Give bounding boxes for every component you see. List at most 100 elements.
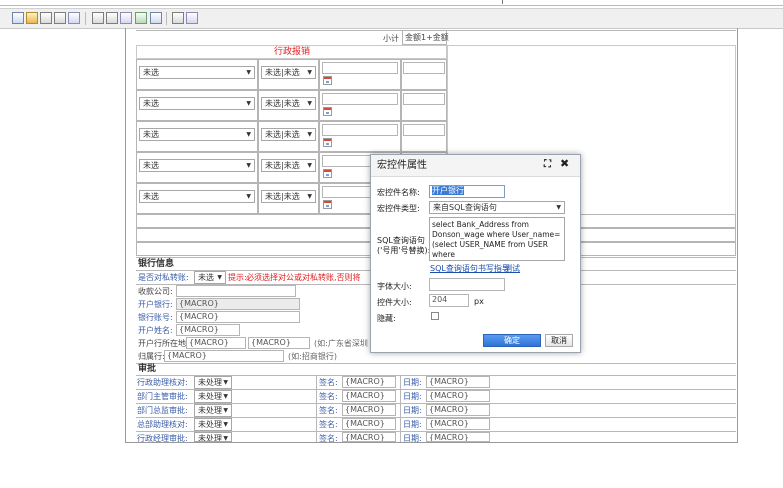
sign-input[interactable]: {MACRO} [342, 390, 396, 402]
calendar-icon[interactable] [323, 200, 332, 209]
sign-input[interactable]: {MACRO} [342, 404, 396, 416]
column-divider [316, 375, 317, 443]
maximize-icon[interactable]: ⛶ [544, 159, 551, 170]
row-divider [136, 363, 736, 364]
sign-input[interactable]: {MACRO} [342, 376, 396, 388]
amount-input[interactable] [403, 62, 445, 74]
sql-help-link[interactable]: SQL查询语句书写指导 [430, 263, 510, 274]
expense-subcategory-select[interactable]: 未选|未选 ▼ [261, 66, 316, 79]
sign-input[interactable]: {MACRO} [342, 418, 396, 430]
sql-textarea[interactable]: select Bank_Address from Donson_wage whe… [429, 217, 565, 261]
holder-input[interactable]: {MACRO} [176, 324, 240, 336]
chevron-down-icon: ▼ [307, 100, 312, 107]
print-icon[interactable] [54, 12, 66, 24]
cancel-button[interactable]: 取消 [545, 334, 573, 347]
calendar-icon[interactable] [323, 107, 332, 116]
date-input[interactable]: {MACRO} [426, 404, 490, 416]
row-divider [136, 403, 736, 404]
location-label: 开户行所在地: [138, 339, 189, 348]
chart-icon[interactable] [135, 12, 147, 24]
amount-input[interactable] [403, 124, 445, 136]
hidden-checkbox[interactable] [431, 312, 439, 320]
approval-status-select[interactable]: 未处理 ▼ [194, 418, 232, 431]
sign-label: 签名: [319, 420, 338, 429]
preview-icon[interactable] [68, 12, 80, 24]
chevron-down-icon: ▼ [246, 69, 251, 76]
save-icon[interactable] [40, 12, 52, 24]
approval-status-select[interactable]: 未处理 ▼ [194, 432, 232, 442]
sign-input[interactable]: {MACRO} [342, 432, 396, 442]
open-icon[interactable] [26, 12, 38, 24]
macro-type-select[interactable]: 来自SQL查询语句 ▼ [429, 201, 565, 214]
dialog-titlebar[interactable]: 宏控件属性 ⛶ ✖ [371, 155, 580, 177]
location-city-input[interactable]: {MACRO} [248, 337, 310, 349]
date-input[interactable]: {MACRO} [426, 390, 490, 402]
close-icon[interactable]: ✖ [560, 158, 569, 169]
macro-value: {MACRO} [345, 405, 385, 414]
expense-category-select[interactable]: 未选 ▼ [139, 97, 255, 110]
bank-label: 开户银行: [138, 300, 173, 309]
sql-sublabel: ('号用'号替换): [377, 246, 431, 255]
payee-input[interactable] [176, 285, 296, 297]
editor-toolbar [0, 8, 783, 29]
expense-subcategory-select[interactable]: 未选|未选 ▼ [261, 128, 316, 141]
subtotal-cell[interactable]: 金额1+金额 [402, 30, 449, 45]
insert-field-icon[interactable] [92, 12, 104, 24]
date-input[interactable]: {MACRO} [426, 376, 490, 388]
page-bottom-border [125, 442, 738, 443]
test-link[interactable]: 测试 [504, 263, 520, 274]
date-input[interactable] [322, 93, 398, 105]
top-marker [502, 0, 503, 4]
sign-label: 签名: [319, 392, 338, 401]
calendar-icon[interactable] [323, 169, 332, 178]
chevron-down-icon: ▼ [223, 435, 228, 442]
macro-value: {MACRO} [429, 391, 469, 400]
width-input[interactable]: 204 [429, 294, 469, 307]
macro-name-input[interactable]: 开户银行 [429, 185, 505, 198]
ok-button[interactable]: 确定 [483, 334, 541, 347]
date-input[interactable] [322, 124, 398, 136]
account-input[interactable]: {MACRO} [176, 311, 300, 323]
chevron-down-icon: ▼ [307, 131, 312, 138]
approval-status-select[interactable]: 未处理 ▼ [194, 376, 232, 389]
approval-status-select[interactable]: 未处理 ▼ [194, 390, 232, 403]
select-value: 未选|未选 [265, 161, 300, 170]
date-input[interactable]: {MACRO} [426, 432, 490, 442]
edit-icon[interactable] [172, 12, 184, 24]
image-icon[interactable] [150, 12, 162, 24]
expense-category-select[interactable]: 未选 ▼ [139, 190, 255, 203]
total-formula: 金额1+金额 [405, 33, 449, 42]
expense-subcategory-select[interactable]: 未选|未选 ▼ [261, 159, 316, 172]
expense-category-select[interactable]: 未选 ▼ [139, 128, 255, 141]
new-icon[interactable] [12, 12, 24, 24]
location-province-input[interactable]: {MACRO} [186, 337, 246, 349]
date-input[interactable] [322, 62, 398, 74]
font-size-input[interactable] [429, 278, 505, 291]
approval-status-select[interactable]: 未处理 ▼ [194, 404, 232, 417]
select-value: 未选 [143, 192, 159, 201]
section-admin-title: 行政报销 [274, 47, 311, 57]
table-icon[interactable] [106, 12, 118, 24]
select-value: 未选 [143, 130, 159, 139]
expense-category-select[interactable]: 未选 ▼ [139, 66, 255, 79]
macro-value: {MACRO} [429, 433, 469, 442]
macro-value: {MACRO} [179, 312, 219, 321]
calendar-icon[interactable] [323, 138, 332, 147]
select-value: 未选 [143, 99, 159, 108]
macro-value: {MACRO} [429, 405, 469, 414]
expense-subcategory-select[interactable]: 未选|未选 ▼ [261, 97, 316, 110]
calendar-icon[interactable] [323, 76, 332, 85]
select-value: 未选 [143, 68, 159, 77]
macro-value: {MACRO} [167, 351, 207, 360]
approval-role: 总部助理核对: [137, 420, 188, 429]
amount-input[interactable] [403, 93, 445, 105]
expense-subcategory-select[interactable]: 未选|未选 ▼ [261, 190, 316, 203]
date-input[interactable]: {MACRO} [426, 418, 490, 430]
bank-input[interactable]: {MACRO} [176, 298, 300, 310]
private-transfer-select[interactable]: 未选 ▼ [194, 271, 226, 284]
macro-value: {MACRO} [429, 419, 469, 428]
layout-icon[interactable] [120, 12, 132, 24]
branch-input[interactable]: {MACRO} [164, 350, 284, 362]
settings-icon[interactable] [186, 12, 198, 24]
expense-category-select[interactable]: 未选 ▼ [139, 159, 255, 172]
